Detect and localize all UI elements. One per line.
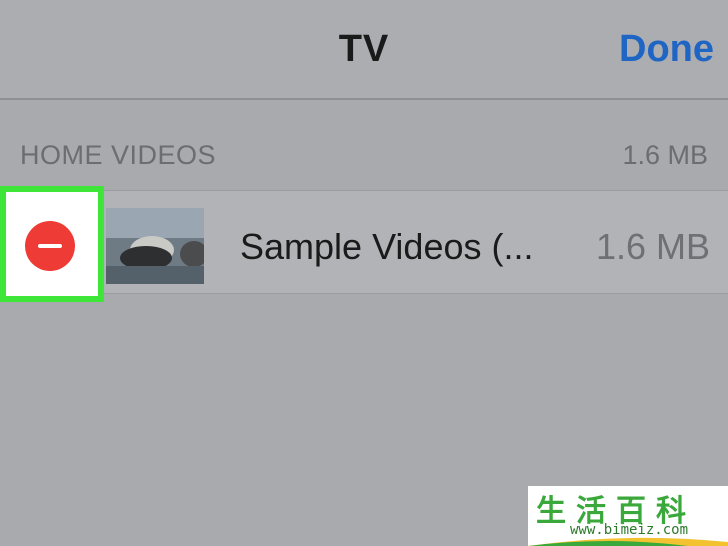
section-header: HOME VIDEOS 1.6 MB	[0, 130, 728, 180]
video-size: 1.6 MB	[595, 226, 710, 267]
watermark-logo: 生活百科 www.bimeiz.com	[528, 486, 728, 546]
section-size: 1.6 MB	[622, 140, 708, 170]
navigation-bar: TV Done	[0, 0, 728, 100]
video-title: Sample Videos (...	[240, 226, 534, 267]
minus-circle-icon[interactable]	[25, 221, 75, 271]
watermark-swoosh	[528, 537, 728, 546]
done-button[interactable]: Done	[619, 28, 714, 71]
section-title: HOME VIDEOS	[20, 140, 217, 170]
minus-bar	[38, 244, 62, 248]
video-thumbnail	[106, 208, 204, 284]
